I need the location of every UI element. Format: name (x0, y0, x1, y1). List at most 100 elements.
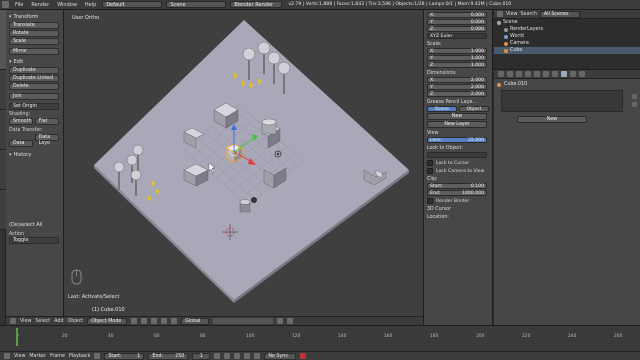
outliner-view-menu[interactable]: View (506, 12, 517, 17)
shading-icon[interactable] (131, 318, 138, 324)
set-origin-button[interactable]: Set Origin (9, 103, 59, 110)
manipulator-icon[interactable] (151, 318, 158, 324)
lock-camera-checkbox[interactable]: Lock Camera to View (427, 168, 489, 174)
location-x-field[interactable]: X: 0.000 (427, 12, 487, 18)
rotate-manip-icon[interactable] (171, 318, 178, 324)
play-icon[interactable] (234, 353, 241, 359)
mirror-button[interactable]: Mirror (9, 48, 59, 55)
lock-cursor-checkbox[interactable]: Lock to Cursor (427, 160, 489, 166)
sync-select[interactable]: No Sync (264, 352, 297, 360)
dim-z-field[interactable]: Z: 2.000 (427, 91, 487, 97)
location-y-field[interactable]: Y: 0.000 (427, 19, 487, 25)
lens-field[interactable]: Lens: 35.000 (427, 137, 487, 143)
data-layout-button[interactable]: Data Layo (34, 134, 59, 146)
duplicate-button[interactable]: Duplicate (9, 67, 59, 74)
history-header[interactable]: History (9, 152, 60, 158)
3d-viewport[interactable]: User Ortho Last: Activate/Select (1) Cub… (64, 10, 423, 316)
modifiers-tab-icon[interactable] (543, 71, 549, 77)
clip-end-field[interactable]: End: 1000.000 (427, 190, 487, 196)
object-menu[interactable]: Object (68, 319, 84, 324)
menu-help[interactable]: Help (83, 2, 98, 8)
duplicate-linked-button[interactable]: Duplicate Linked (9, 75, 59, 82)
timeline-ruler[interactable]: 0 20 40 60 80 100 120 140 160 180 200 22… (16, 329, 640, 341)
join-button[interactable]: Join (9, 93, 59, 100)
scene-tab-icon[interactable] (516, 71, 522, 77)
view-header[interactable]: View (427, 131, 489, 136)
end-frame-field[interactable]: End: 250 (148, 352, 189, 360)
translate-button[interactable]: Translate (9, 22, 59, 29)
texture-tab-icon[interactable] (570, 71, 576, 77)
transform-header[interactable]: Transform (9, 14, 60, 20)
current-frame-field[interactable]: 1 (192, 352, 211, 360)
auto-key-icon[interactable] (300, 353, 307, 359)
scale-y-field[interactable]: Y: 1.000 (427, 55, 487, 61)
viewport-scene[interactable] (64, 10, 423, 316)
timeline-view-menu[interactable]: View (14, 354, 25, 359)
view-menu[interactable]: View (20, 319, 31, 324)
timeline-playback-menu[interactable]: Playback (69, 354, 90, 359)
outliner-row-scene[interactable]: Scene (494, 19, 640, 26)
clip-start-field[interactable]: Start: 0.100 (427, 183, 487, 189)
next-key-icon[interactable] (244, 353, 251, 359)
menu-render[interactable]: Render (29, 2, 51, 8)
delete-button[interactable]: Delete (9, 83, 59, 90)
menu-file[interactable]: File (13, 2, 25, 8)
outliner-display-select[interactable]: All Scenes (539, 10, 580, 18)
outliner-row-cube[interactable]: Cube (494, 47, 640, 54)
new-material-button[interactable]: New (517, 116, 587, 123)
dim-y-field[interactable]: Y: 2.000 (427, 84, 487, 90)
start-frame-field[interactable]: Start: 1 (104, 352, 145, 360)
render-engine-select[interactable]: Blender Render (230, 1, 283, 8)
scale-z-field[interactable]: Z: 1.000 (427, 62, 487, 68)
layers-icon[interactable] (213, 318, 274, 324)
layers-tab-icon[interactable] (507, 71, 513, 77)
smooth-button[interactable]: Smooth (9, 118, 33, 125)
outliner-search-menu[interactable]: Search (520, 12, 536, 17)
data-tab-icon[interactable] (552, 71, 558, 77)
object-tab-icon[interactable] (534, 71, 540, 77)
scale-button[interactable]: Scale (9, 38, 59, 45)
render-tab-icon[interactable] (498, 71, 504, 77)
outliner-row-world[interactable]: World (494, 33, 640, 40)
timeline[interactable]: 0 20 40 60 80 100 120 140 160 180 200 22… (0, 325, 640, 351)
timeline-type-icon[interactable] (4, 353, 10, 359)
add-menu[interactable]: Add (54, 319, 63, 324)
tab-object[interactable]: Object (459, 106, 489, 112)
lock-object-field[interactable] (427, 152, 487, 158)
tab-scene[interactable]: Scene (427, 106, 457, 112)
grease-pencil-header[interactable]: Grease Pencil Laye... (427, 100, 489, 105)
rotate-button[interactable]: Rotate (9, 30, 59, 37)
translate-manip-icon[interactable] (161, 318, 168, 324)
mode-select[interactable]: Object Mode (87, 317, 128, 325)
outliner-row-renderlayers[interactable]: RenderLayers (494, 26, 640, 33)
material-slot-list[interactable] (501, 90, 623, 112)
snap-icon[interactable] (277, 318, 284, 324)
flat-button[interactable]: Flat (34, 118, 59, 125)
outliner-row-camera[interactable]: Camera (494, 40, 640, 47)
prev-key-icon[interactable] (224, 353, 231, 359)
world-tab-icon[interactable] (525, 71, 531, 77)
rotation-mode-select[interactable]: XYZ Euler (427, 33, 487, 39)
edit-header[interactable]: Edit (9, 59, 60, 65)
new-layer-button[interactable]: New Layer (427, 121, 487, 128)
render-border-checkbox[interactable]: Render Border (427, 198, 489, 204)
select-menu[interactable]: Select (35, 319, 50, 324)
dim-x-field[interactable]: X: 2.000 (427, 77, 487, 83)
timeline-frame-menu[interactable]: Frame (50, 354, 65, 359)
current-frame-indicator[interactable] (16, 328, 24, 346)
scene-select[interactable]: Scene (166, 1, 227, 8)
physics-tab-icon[interactable] (579, 71, 585, 77)
editor-type-3d-icon[interactable] (10, 318, 16, 324)
material-tab-icon[interactable] (561, 71, 567, 77)
new-grease-button[interactable]: New (427, 113, 487, 120)
scale-x-field[interactable]: X: 1.000 (427, 48, 487, 54)
cursor-header[interactable]: 3D Cursor (427, 207, 489, 212)
jump-start-icon[interactable] (214, 353, 221, 359)
editor-type-icon[interactable] (2, 1, 9, 8)
orientation-select[interactable]: Global (181, 317, 210, 325)
jump-end-icon[interactable] (254, 353, 261, 359)
menu-window[interactable]: Window (55, 2, 79, 8)
timeline-marker-menu[interactable]: Marker (29, 354, 46, 359)
data-button[interactable]: Data (9, 140, 33, 147)
screen-layout-select[interactable]: Default (102, 1, 163, 8)
